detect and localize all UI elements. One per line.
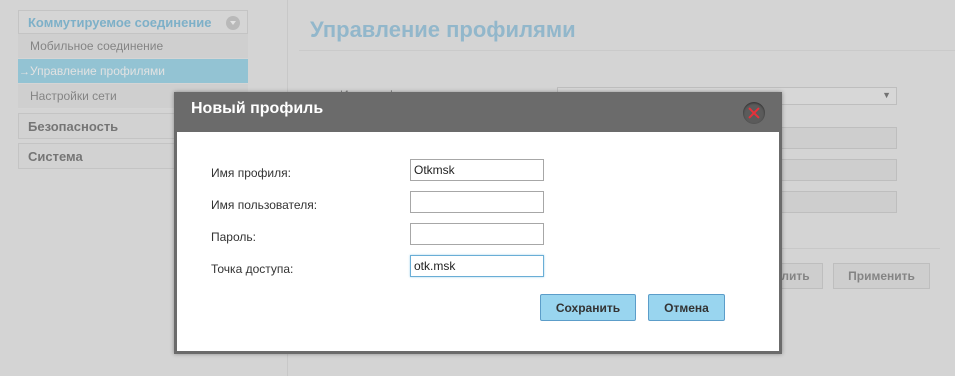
password-label: Пароль: bbox=[211, 230, 256, 244]
profile-name-label: Имя профиля: bbox=[211, 166, 291, 180]
save-button[interactable]: Сохранить bbox=[540, 294, 636, 321]
cancel-button[interactable]: Отмена bbox=[648, 294, 725, 321]
username-input[interactable] bbox=[410, 191, 544, 213]
apn-label: Точка доступа: bbox=[211, 262, 294, 276]
dialog-header: Новый профиль bbox=[177, 95, 779, 132]
profile-name-input[interactable] bbox=[410, 159, 544, 181]
new-profile-dialog: Новый профиль Имя профиля: Имя пользоват… bbox=[174, 92, 782, 354]
dialog-title: Новый профиль bbox=[191, 100, 324, 117]
username-label: Имя пользователя: bbox=[211, 198, 318, 212]
password-input[interactable] bbox=[410, 223, 544, 245]
apn-input[interactable] bbox=[410, 255, 544, 277]
close-icon[interactable] bbox=[743, 102, 765, 124]
